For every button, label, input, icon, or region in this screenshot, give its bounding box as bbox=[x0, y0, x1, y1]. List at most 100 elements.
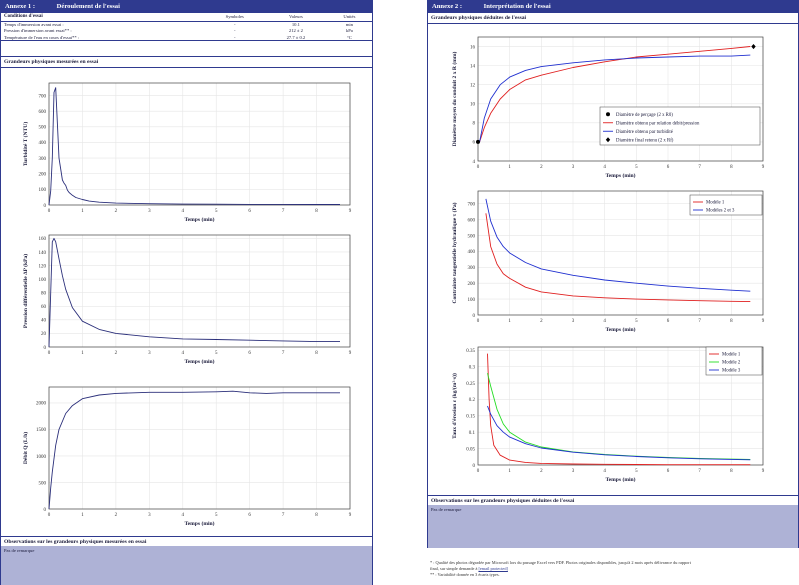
annex-1-title: Déroulement de l'essai bbox=[56, 3, 120, 10]
footnote-variability: ** : Variabilité donnée en 3 écarts type… bbox=[430, 572, 500, 577]
x-axis-label: Temps (min) bbox=[605, 172, 635, 179]
series-line-2 bbox=[487, 373, 751, 460]
legend-label: Diamètre obtenu par relation débit/press… bbox=[616, 121, 700, 126]
condition-unit: °C bbox=[346, 34, 352, 40]
annex-1-banner: Annexe 1 : Déroulement de l'essai bbox=[1, 1, 372, 13]
y-tick-label: 0.05 bbox=[466, 447, 475, 452]
x-tick-label: 2 bbox=[540, 469, 543, 474]
point-marker-circle bbox=[476, 139, 480, 144]
x-tick-label: 1 bbox=[81, 351, 84, 356]
x-tick-label: 7 bbox=[282, 351, 285, 356]
x-axis-label: Temps (min) bbox=[184, 358, 214, 365]
x-tick-label: 6 bbox=[248, 351, 251, 356]
x-tick-label: 0 bbox=[477, 319, 480, 324]
legend-label: Modèle 1 bbox=[722, 353, 741, 358]
x-tick-label: 1 bbox=[81, 513, 84, 518]
y-tick-label: 0.2 bbox=[469, 398, 476, 403]
x-tick-label: 9 bbox=[349, 513, 352, 518]
table-row: Température de l'eau en cours d'essai** … bbox=[1, 34, 372, 41]
erosion-rate-chart: 0 1 2 3 4 5 6 7 8 9 0 0.05 0.1 0.15 0.2 0.25 0.3 0.35 Temp… bbox=[428, 339, 798, 491]
pressure-chart: 0 1 2 3 4 5 6 7 8 9 0 20 40 60 80 100 120 140 160 Temps (mi… bbox=[1, 229, 372, 377]
turbidity-chart: 0 1 2 3 4 5 6 7 8 9 0 100 200 300 400 500 600 700 Temps (m… bbox=[1, 77, 372, 225]
x-tick-label: 9 bbox=[349, 351, 352, 356]
annex-1-number: Annexe 1 : bbox=[5, 3, 36, 10]
values-header: Valeurs bbox=[265, 13, 327, 22]
series-line-1 bbox=[485, 213, 751, 303]
y-tick-label: 400 bbox=[468, 250, 476, 255]
x-tick-label: 1 bbox=[508, 319, 511, 324]
y-tick-label: 14 bbox=[470, 64, 476, 69]
y-tick-label: 0.25 bbox=[466, 382, 475, 387]
x-tick-label: 5 bbox=[215, 209, 218, 214]
x-tick-label: 6 bbox=[667, 319, 670, 324]
x-tick-label: 2 bbox=[540, 165, 543, 170]
y-tick-label: 100 bbox=[39, 278, 47, 283]
units-header: Unités bbox=[326, 13, 372, 22]
legend-label: Diamètre de perçage (2 x R0) bbox=[616, 113, 673, 118]
annex-2-number: Annexe 2 : bbox=[432, 3, 463, 10]
condition-value: 27.7 ± 0.2 bbox=[286, 34, 306, 40]
y-tick-label: 0.15 bbox=[466, 415, 475, 420]
y-tick-label: 0 bbox=[44, 204, 47, 209]
diameter-plot: 0 1 2 3 4 5 6 7 8 946810121416Temps (min)Diamètre… bbox=[451, 36, 765, 179]
point-marker-diamond bbox=[751, 43, 756, 50]
condition-label: Température de l'eau en cours d'essai** … bbox=[4, 34, 80, 40]
x-tick-label: 2 bbox=[115, 513, 118, 518]
x-tick-label: 1 bbox=[508, 469, 511, 474]
shear-stress-chart: 0 1 2 3 4 5 6 7 8 9 0 100 200 300 400 500 600 700 Temps (m… bbox=[428, 187, 798, 335]
x-axis-label: Temps (min) bbox=[184, 216, 214, 223]
y-tick-label: 700 bbox=[468, 203, 476, 208]
y-tick-label: 700 bbox=[39, 94, 47, 99]
contact-email-link[interactable]: [email protected] bbox=[478, 566, 507, 571]
x-tick-label: 3 bbox=[572, 319, 575, 324]
conditions-table: Conditions d'essai Symboles Valeurs Unit… bbox=[1, 13, 372, 41]
y-tick-label: 1500 bbox=[36, 428, 47, 433]
turbidity-plot: 0 1 2 3 4 5 6 7 8 9 0 100 200 300 400 500 600 700 Temps (m… bbox=[22, 82, 352, 223]
y-tick-label: 100 bbox=[39, 188, 47, 193]
x-tick-label: 9 bbox=[762, 469, 765, 474]
y-tick-label: 0.3 bbox=[469, 365, 476, 370]
x-tick-label: 0 bbox=[48, 513, 51, 518]
legend-label: Diamètre obtenu par turbidité bbox=[616, 130, 673, 135]
y-tick-label: 0 bbox=[473, 464, 476, 469]
y-tick-label: 600 bbox=[39, 110, 47, 115]
y-tick-label: 140 bbox=[39, 251, 47, 256]
x-tick-label: 1 bbox=[81, 209, 84, 214]
x-tick-label: 8 bbox=[730, 165, 733, 170]
x-tick-label: 6 bbox=[248, 209, 251, 214]
y-tick-label: 0 bbox=[473, 314, 476, 319]
y-tick-label: 40 bbox=[41, 319, 47, 324]
x-tick-label: 4 bbox=[603, 319, 606, 324]
x-tick-label: 6 bbox=[248, 513, 251, 518]
condition-symbol: - bbox=[233, 34, 236, 40]
x-tick-label: 7 bbox=[282, 209, 285, 214]
x-tick-label: 3 bbox=[572, 469, 575, 474]
y-tick-label: 0.1 bbox=[469, 431, 476, 436]
x-tick-label: 5 bbox=[635, 469, 638, 474]
x-tick-label: 8 bbox=[315, 209, 318, 214]
y-axis-label: Diamètre moyen du conduit 2 x R (mm) bbox=[451, 51, 458, 146]
legend-label: Modèle 2 bbox=[722, 361, 741, 366]
measured-observations-box: Pas de remarque bbox=[1, 546, 372, 585]
x-tick-label: 7 bbox=[698, 165, 701, 170]
y-axis-label: Contrainte tangentielle hydraulique τ (P… bbox=[451, 202, 458, 303]
x-tick-label: 9 bbox=[762, 165, 765, 170]
y-tick-label: 200 bbox=[39, 173, 47, 178]
annex-2-title: Interprétation de l'essai bbox=[483, 3, 551, 10]
y-tick-label: 12 bbox=[470, 83, 476, 88]
legend-label: Modèle 1 bbox=[706, 201, 725, 206]
y-tick-label: 500 bbox=[39, 126, 47, 131]
x-tick-label: 8 bbox=[730, 469, 733, 474]
x-tick-label: 0 bbox=[48, 351, 51, 356]
annex-1-panel: Annexe 1 : Déroulement de l'essai Condit… bbox=[0, 0, 373, 585]
y-tick-label: 400 bbox=[39, 141, 47, 146]
y-tick-label: 16 bbox=[470, 45, 476, 50]
diameter-chart: 0 1 2 3 4 5 6 7 8 9 4 6 8 10 12 14 16 Temps (min) Diamètre… bbox=[428, 27, 798, 185]
x-tick-label: 4 bbox=[182, 351, 185, 356]
x-tick-label: 5 bbox=[215, 513, 218, 518]
erosion-rate-plot: 0 1 2 3 4 5 6 7 8 9 0 0.05 0.1 0.15 0.2 0.25 0.3 0.35 Temp… bbox=[451, 346, 765, 483]
y-axis-label: Débit Q (L/h) bbox=[22, 432, 29, 464]
x-tick-label: 9 bbox=[762, 319, 765, 324]
x-tick-label: 7 bbox=[282, 513, 285, 518]
x-tick-label: 7 bbox=[698, 469, 701, 474]
